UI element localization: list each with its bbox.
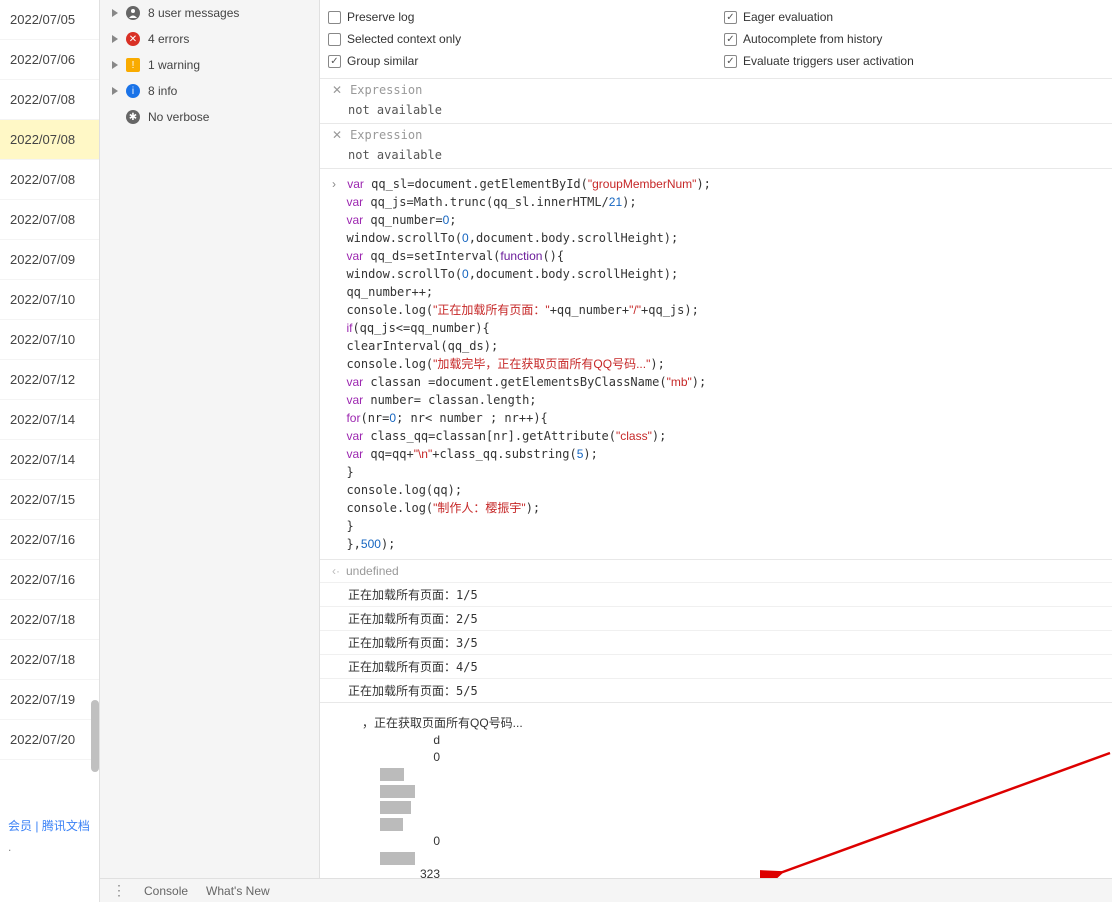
checkbox-icon	[328, 11, 341, 24]
return-icon: ‹·	[332, 564, 340, 578]
console-log-line: 正在加载所有页面：1/5	[320, 582, 1112, 606]
setting-autocomplete-from-history[interactable]: Autocomplete from history	[716, 28, 1112, 50]
live-expression[interactable]: ✕Expression	[320, 78, 1112, 101]
date-item[interactable]: 2022/07/16	[0, 520, 99, 560]
live-expression[interactable]: ✕Expression	[320, 123, 1112, 146]
setting-label: Group similar	[347, 54, 418, 68]
console-log-line: 正在加载所有页面：5/5	[320, 678, 1112, 702]
result-header: ，正在获取页面所有QQ号码...	[362, 715, 523, 732]
setting-evaluate-triggers-user-activation[interactable]: Evaluate triggers user activation	[716, 50, 1112, 72]
settings-panel: Preserve log Selected context only Group s…	[320, 0, 1112, 78]
date-item[interactable]: 2022/07/09	[0, 240, 99, 280]
tab-console[interactable]: Console	[144, 884, 188, 898]
link-member[interactable]: 会员	[8, 819, 32, 833]
setting-label: Selected context only	[347, 32, 461, 46]
date-item[interactable]: 2022/07/18	[0, 640, 99, 680]
checkbox-icon	[724, 55, 737, 68]
date-item[interactable]: 2022/07/20	[0, 720, 99, 760]
date-item[interactable]: 2022/07/14	[0, 400, 99, 440]
expression-value: not available	[320, 101, 1112, 123]
date-item[interactable]: 2022/07/05	[0, 0, 99, 40]
result-line-redacted	[380, 782, 523, 799]
expression-value: not available	[320, 146, 1112, 168]
drawer-tabs: ⋮ Console What's New	[100, 878, 1112, 902]
verbose-icon: ✱	[126, 110, 140, 124]
result-line: 0	[380, 833, 440, 850]
close-icon[interactable]: ✕	[332, 83, 342, 97]
date-item[interactable]: 2022/07/08	[0, 200, 99, 240]
date-item[interactable]: 2022/07/14	[0, 440, 99, 480]
result-line: d	[380, 732, 440, 749]
expand-icon	[112, 61, 118, 69]
warning-icon: !	[126, 58, 140, 72]
checkbox-icon	[724, 33, 737, 46]
console-input-code[interactable]: › var qq_sl=document.getElementById("gro…	[320, 168, 1112, 559]
result-output: ，正在获取页面所有QQ号码...d00323387970822732542701…	[320, 702, 1112, 902]
annotation-arrow	[760, 743, 1112, 883]
checkbox-icon	[724, 11, 737, 24]
filter-label: 8 info	[148, 84, 177, 98]
filter-info[interactable]: i 8 info	[100, 78, 319, 104]
footer-links: 会员 | 腾讯文档 .	[0, 809, 98, 862]
setting-preserve-log[interactable]: Preserve log	[320, 6, 716, 28]
tab-whatsnew[interactable]: What's New	[206, 884, 270, 898]
kebab-icon[interactable]: ⋮	[112, 882, 126, 899]
console-log-line: 正在加载所有页面：2/5	[320, 606, 1112, 630]
checkbox-icon	[328, 55, 341, 68]
expand-icon	[112, 35, 118, 43]
date-item[interactable]: 2022/07/19	[0, 680, 99, 720]
filter-warnings[interactable]: ! 1 warning	[100, 52, 319, 78]
filter-label: 1 warning	[148, 58, 200, 72]
scrollbar-thumb[interactable]	[91, 700, 99, 772]
filter-user-messages[interactable]: 8 user messages	[100, 0, 319, 26]
filter-label: 4 errors	[148, 32, 189, 46]
expand-icon	[112, 87, 118, 95]
date-sidebar: 2022/07/052022/07/062022/07/082022/07/08…	[0, 0, 100, 902]
date-item[interactable]: 2022/07/08	[0, 80, 99, 120]
date-item[interactable]: 2022/07/15	[0, 480, 99, 520]
setting-label: Autocomplete from history	[743, 32, 882, 46]
close-icon[interactable]: ✕	[332, 128, 342, 142]
filter-label: 8 user messages	[148, 6, 239, 20]
filter-panel: 8 user messages ✕ 4 errors ! 1 warning i…	[100, 0, 320, 902]
result-line-redacted	[380, 765, 523, 782]
expand-icon	[112, 9, 118, 17]
console-main: Preserve log Selected context only Group s…	[320, 0, 1112, 902]
date-item[interactable]: 2022/07/12	[0, 360, 99, 400]
result-line-redacted	[380, 849, 523, 866]
setting-selected-context-only[interactable]: Selected context only	[320, 28, 716, 50]
filter-label: No verbose	[148, 110, 209, 124]
console-log-line: 正在加载所有页面：3/5	[320, 630, 1112, 654]
date-item[interactable]: 2022/07/08	[0, 120, 99, 160]
result-line: 0	[380, 749, 440, 766]
setting-group-similar[interactable]: Group similar	[320, 50, 716, 72]
date-item[interactable]: 2022/07/06	[0, 40, 99, 80]
checkbox-icon	[328, 33, 341, 46]
filter-errors[interactable]: ✕ 4 errors	[100, 26, 319, 52]
setting-label: Preserve log	[347, 10, 414, 24]
date-item[interactable]: 2022/07/10	[0, 280, 99, 320]
result-line-redacted	[380, 816, 523, 833]
date-item[interactable]: 2022/07/16	[0, 560, 99, 600]
info-icon: i	[126, 84, 140, 98]
setting-label: Eager evaluation	[743, 10, 833, 24]
result-line-redacted	[380, 799, 523, 816]
date-item[interactable]: 2022/07/10	[0, 320, 99, 360]
link-docs[interactable]: 腾讯文档	[42, 819, 90, 833]
date-item[interactable]: 2022/07/18	[0, 600, 99, 640]
setting-label: Evaluate triggers user activation	[743, 54, 914, 68]
return-undefined: ‹·undefined	[320, 559, 1112, 582]
console-log-line: 正在加载所有页面：4/5	[320, 654, 1112, 678]
user-icon	[126, 6, 140, 20]
setting-eager-evaluation[interactable]: Eager evaluation	[716, 6, 1112, 28]
filter-verbose[interactable]: ✱ No verbose	[100, 104, 319, 130]
error-icon: ✕	[126, 32, 140, 46]
date-item[interactable]: 2022/07/08	[0, 160, 99, 200]
